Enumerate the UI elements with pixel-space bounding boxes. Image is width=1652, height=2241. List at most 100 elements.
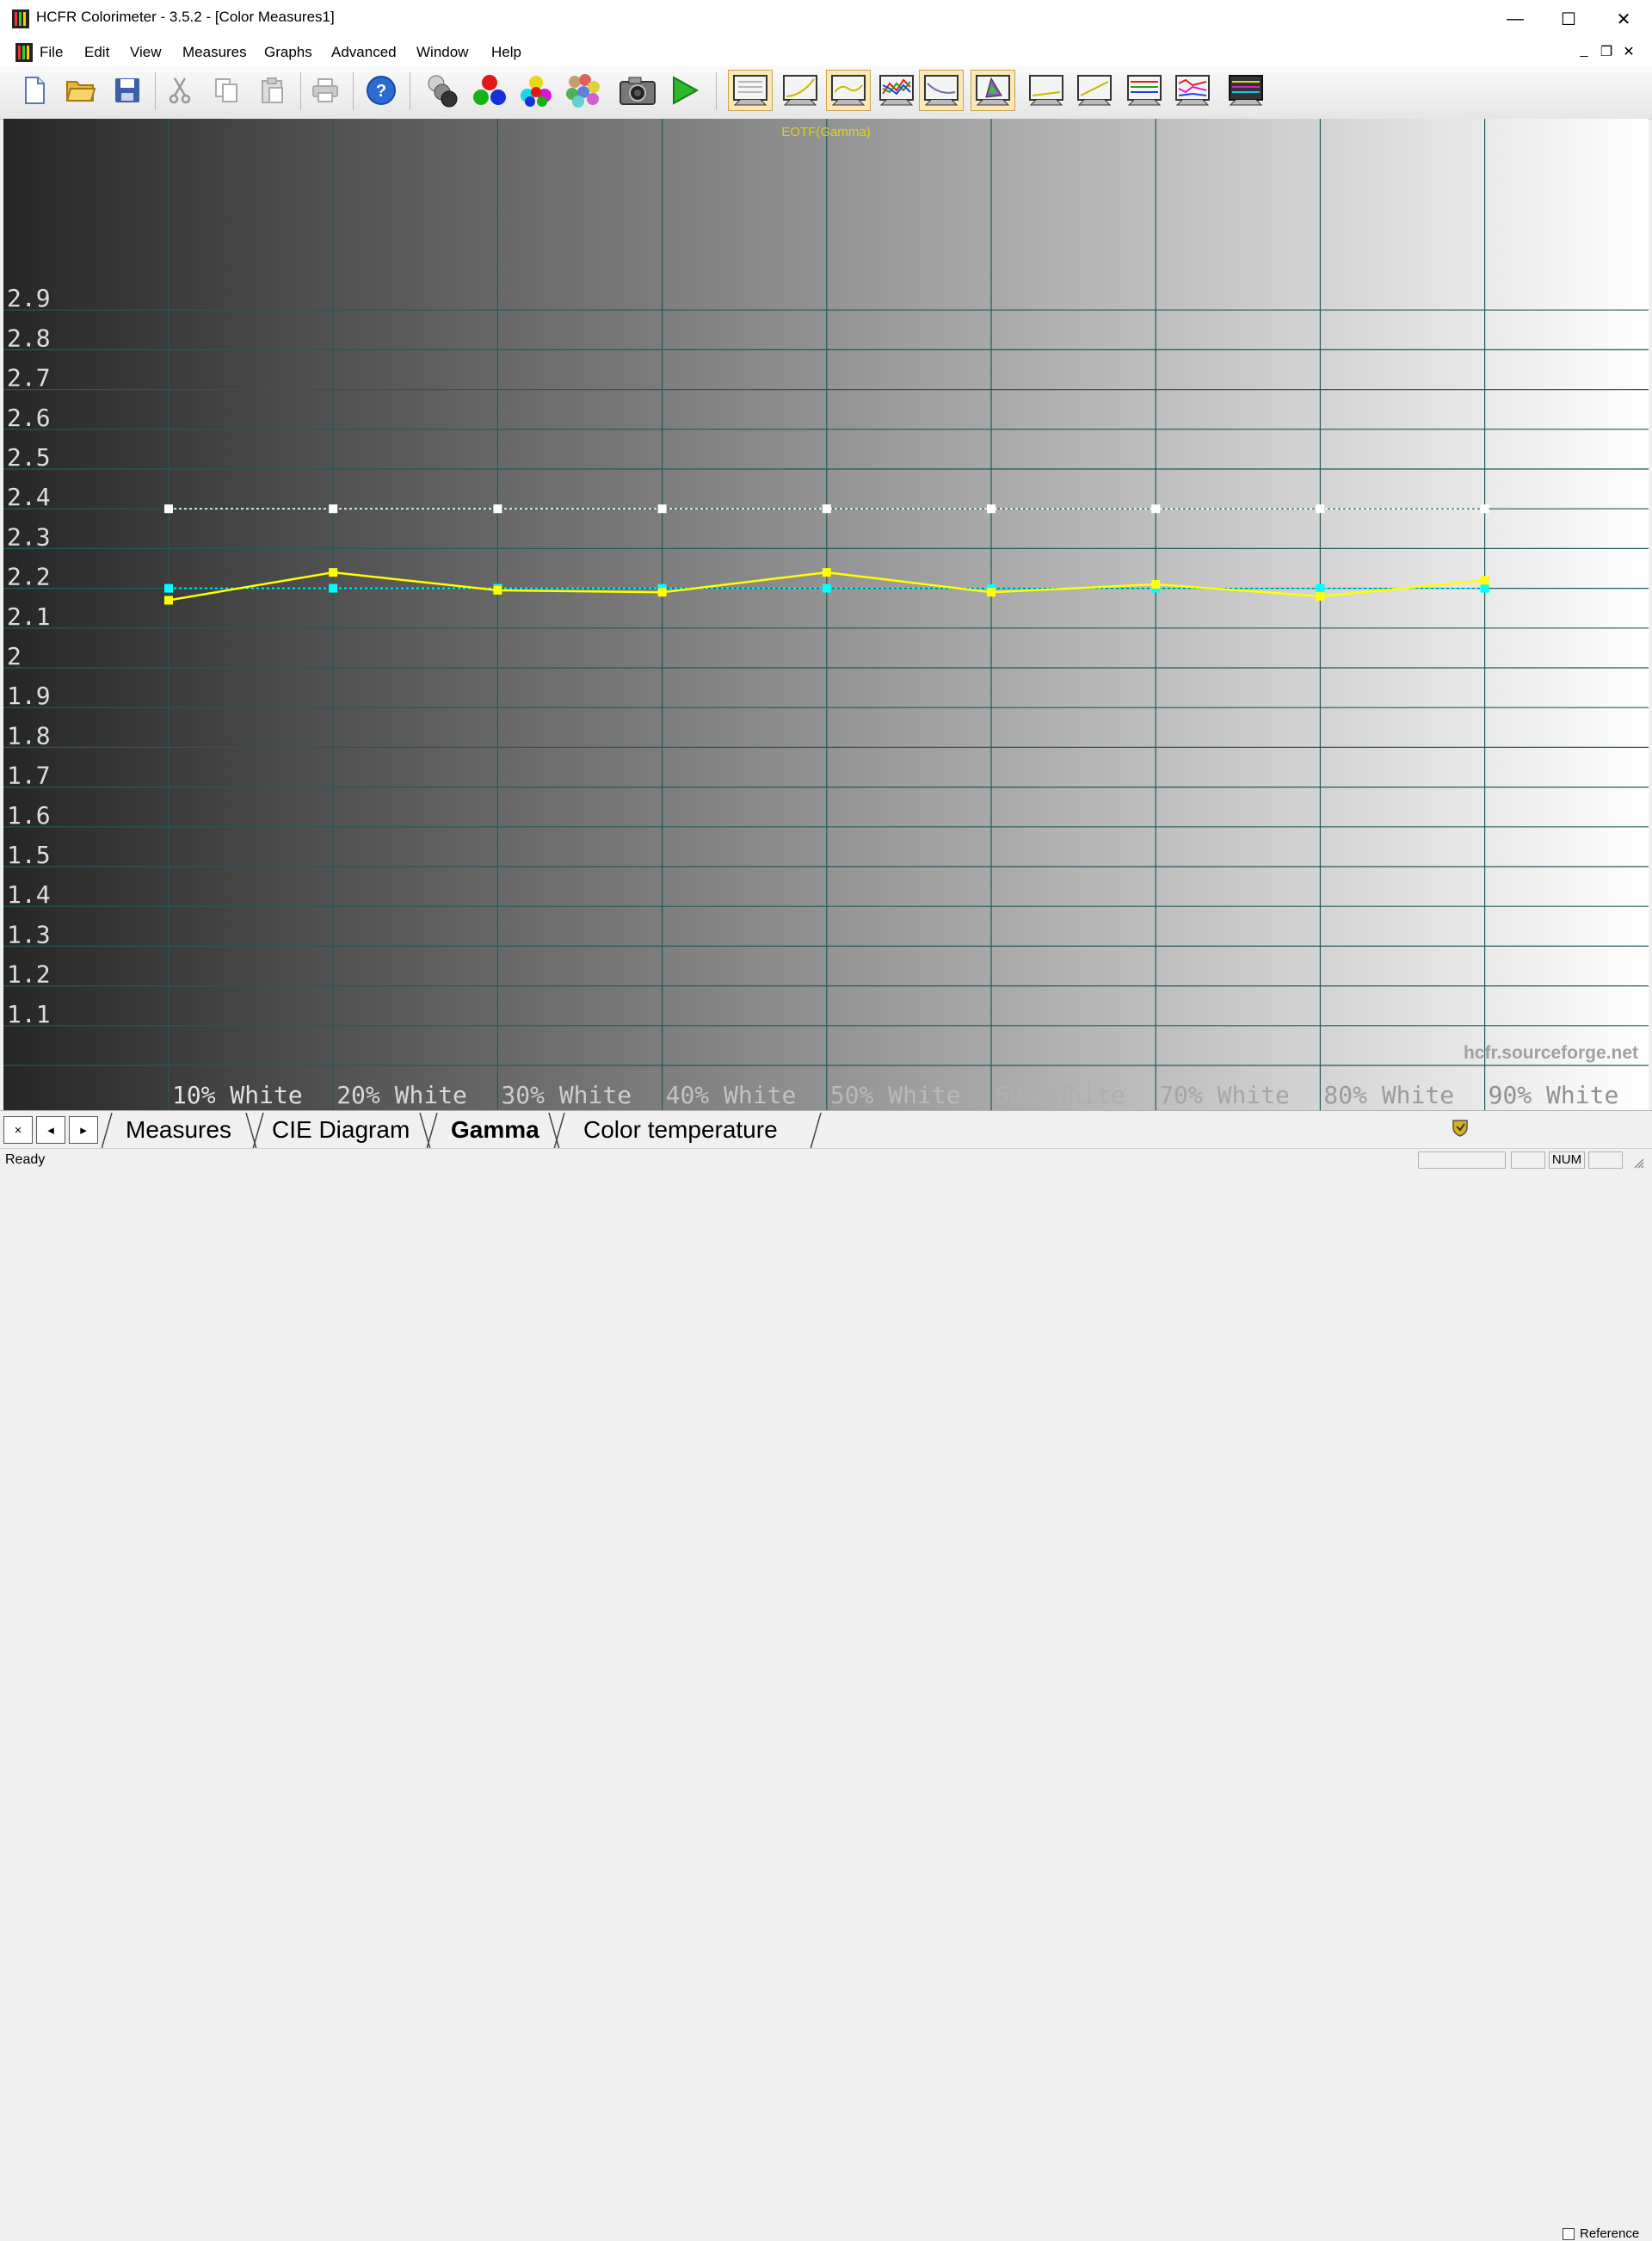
status-pane <box>1418 1151 1506 1169</box>
paste-icon <box>262 77 283 103</box>
status-pane <box>1588 1151 1623 1169</box>
data-point <box>329 583 338 593</box>
monitor-gamma-active-icon <box>831 75 866 106</box>
data-point <box>164 504 173 514</box>
cut-button[interactable] <box>160 70 200 111</box>
y-tick-label: 1.9 <box>7 682 51 710</box>
data-point <box>1480 504 1489 514</box>
menu-edit[interactable]: Edit <box>84 44 109 61</box>
mdi-restore-button[interactable]: ❐ <box>1597 43 1616 60</box>
x-tick-label: 60% White <box>995 1081 1125 1109</box>
data-point <box>1316 591 1325 601</box>
y-tick-label: 2.6 <box>7 404 51 432</box>
minimize-button[interactable]: — <box>1489 0 1542 38</box>
y-tick-label: 2 <box>7 642 22 670</box>
save-button[interactable] <box>108 70 147 111</box>
curve-view-button[interactable] <box>1024 70 1069 111</box>
maximize-button[interactable]: ☐ <box>1542 0 1595 38</box>
y-tick-label: 1.1 <box>7 1000 51 1028</box>
reference-checkbox[interactable]: Reference <box>1563 2226 1639 2241</box>
window-title: HCFR Colorimeter - 3.5.2 - [Color Measur… <box>36 9 335 25</box>
gamma-active-view-button[interactable] <box>826 70 871 111</box>
tab-color-temperature[interactable]: Color temperature <box>583 1113 778 1147</box>
menu-measures[interactable]: Measures <box>182 44 247 61</box>
lines-view-button[interactable] <box>1122 70 1167 111</box>
y-tick-label: 2.7 <box>7 364 51 392</box>
tab-next-button[interactable]: ▸ <box>69 1116 98 1144</box>
curve2-view-button[interactable] <box>1072 70 1117 111</box>
menu-advanced[interactable]: Advanced <box>331 44 397 61</box>
open-button[interactable] <box>61 70 101 111</box>
monitor-gamma-icon <box>783 75 817 106</box>
luminance-view-button[interactable] <box>919 70 964 111</box>
data-point <box>657 504 667 514</box>
toolbar: ? <box>0 65 1652 120</box>
copy-icon <box>215 78 237 102</box>
x-tick-label: 20% White <box>336 1081 467 1109</box>
copy-button[interactable] <box>206 70 246 111</box>
data-point <box>329 504 338 514</box>
y-tick-label: 2.9 <box>7 284 51 312</box>
rgb-levels-view-button[interactable] <box>874 70 919 111</box>
status-pane <box>1511 1151 1545 1169</box>
rgb-balls-button[interactable] <box>470 70 509 111</box>
x-tick-label: 70% White <box>1159 1081 1290 1109</box>
camera-button[interactable] <box>618 70 657 111</box>
gamma-view-button[interactable] <box>778 70 823 111</box>
data-point <box>1480 576 1489 585</box>
tab-close-button[interactable]: × <box>3 1116 33 1144</box>
y-tick-label: 2.1 <box>7 602 51 631</box>
data-point <box>493 504 502 514</box>
y-tick-label: 1.6 <box>7 801 51 830</box>
x-axis-ticks: 10% White 20% White 30% White 40% White 50% … <box>172 1081 1618 1109</box>
svg-text:?: ? <box>376 82 386 101</box>
data-point <box>164 596 173 605</box>
x-tick-label: 90% White <box>1489 1081 1619 1109</box>
measures-view-button[interactable] <box>728 70 773 111</box>
print-button[interactable] <box>305 70 345 111</box>
resize-grip-icon[interactable] <box>1631 1156 1645 1170</box>
dark-view-button[interactable] <box>1224 70 1268 111</box>
y-tick-label: 1.3 <box>7 920 51 948</box>
play-button[interactable] <box>664 70 704 111</box>
menu-help[interactable]: Help <box>491 44 521 61</box>
lines2-view-button[interactable] <box>1170 70 1215 111</box>
data-point <box>987 504 996 514</box>
paste-button[interactable] <box>253 70 293 111</box>
status-text: Ready <box>5 1152 46 1167</box>
new-button[interactable] <box>15 70 54 111</box>
menu-file[interactable]: File <box>40 44 63 61</box>
mdi-close-button[interactable]: ✕ <box>1619 43 1638 60</box>
tab-measures[interactable]: Measures <box>126 1113 231 1147</box>
y-tick-label: 2.4 <box>7 483 51 511</box>
gamma-chart[interactable]: 2.9 2.8 2.7 2.6 2.5 2.4 2.3 2.2 2.1 2 1.9 1.8 1.7 1.6… <box>3 119 1649 1110</box>
help-icon: ? <box>367 76 396 105</box>
reference-label: Reference <box>1580 2226 1640 2241</box>
secondary-balls-button[interactable] <box>516 70 556 111</box>
menu-view[interactable]: View <box>130 44 162 61</box>
data-point <box>1316 504 1325 514</box>
menu-graphs[interactable]: Graphs <box>264 44 312 61</box>
multi-balls-button[interactable] <box>563 70 602 111</box>
mdi-minimize-button[interactable]: _ <box>1575 43 1593 59</box>
gray-balls-button[interactable] <box>423 70 463 111</box>
cie-view-button[interactable] <box>971 70 1015 111</box>
x-tick-label: 80% White <box>1323 1081 1454 1109</box>
checkbox-box[interactable] <box>1563 2228 1575 2241</box>
status-num: NUM <box>1549 1151 1585 1169</box>
data-point <box>1151 504 1161 514</box>
close-button[interactable]: ✕ <box>1597 0 1650 38</box>
menu-window[interactable]: Window <box>416 44 468 61</box>
help-button[interactable]: ? <box>361 70 401 111</box>
data-point <box>657 588 667 597</box>
tab-cie-diagram[interactable]: CIE Diagram <box>272 1113 410 1147</box>
tab-prev-button[interactable]: ◂ <box>36 1116 65 1144</box>
monitor-dark-icon <box>1229 75 1263 106</box>
y-tick-label: 1.8 <box>7 721 51 750</box>
rgb-balls-icon <box>473 75 506 105</box>
status-bar: Ready NUM <box>0 1148 1652 1171</box>
shield-icon <box>1452 1120 1468 1137</box>
y-tick-label: 1.4 <box>7 880 51 909</box>
data-point <box>822 583 831 593</box>
tab-gamma[interactable]: Gamma <box>451 1113 539 1147</box>
